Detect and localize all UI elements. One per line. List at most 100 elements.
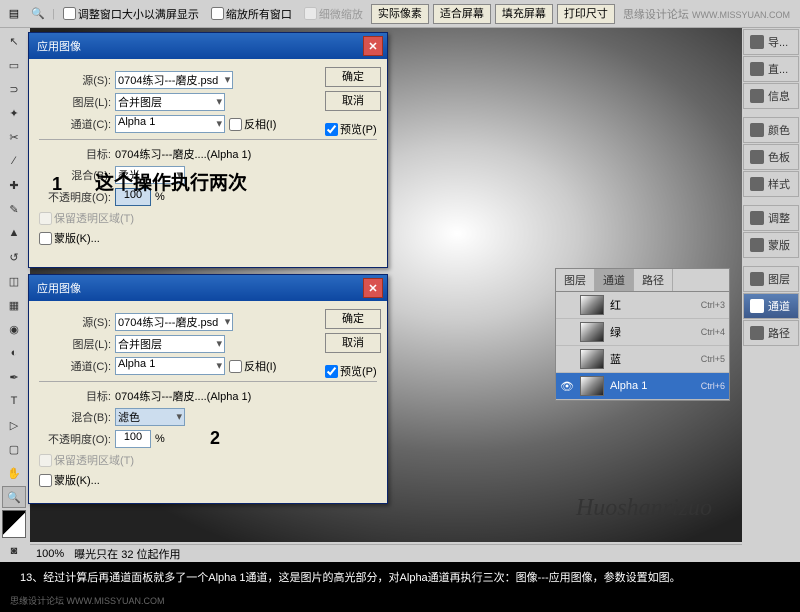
type-tool-icon[interactable]: T (2, 390, 26, 412)
image-signature: Huoshanrizuo (576, 495, 712, 522)
quickmask-icon[interactable]: ◙ (2, 540, 26, 562)
channels-panel: 图层 通道 路径 红Ctrl+3 绿Ctrl+4 蓝Ctrl+5 👁Alpha … (555, 268, 730, 401)
watermark-bottom: 思缘设计论坛 WWW.MISSYUAN.COM (10, 592, 165, 610)
healing-tool-icon[interactable]: ✚ (2, 174, 26, 196)
app-menu-icon[interactable]: ▤ (4, 4, 24, 24)
panel-tab-channels[interactable]: 通道 (743, 293, 799, 319)
annotation-number-2: 2 (210, 428, 220, 449)
ok-button[interactable]: 确定 (325, 309, 381, 329)
invert-check[interactable]: 反相(I) (229, 358, 276, 374)
color-swatch[interactable] (2, 510, 26, 538)
close-icon[interactable]: ✕ (363, 278, 383, 298)
apply-image-dialog-1: 应用图像 ✕ 确定 取消 预览(P) 源(S):0704练习---磨皮.psd … (28, 32, 388, 268)
path-tool-icon[interactable]: ▷ (2, 414, 26, 436)
color-icon (750, 123, 764, 137)
apply-image-dialog-2: 应用图像 ✕ 确定 取消 预览(P) 源(S):0704练习---磨皮.psd … (28, 274, 388, 504)
mask-check[interactable]: 蒙版(K)... (39, 472, 100, 488)
tab-channels[interactable]: 通道 (595, 269, 634, 291)
shape-tool-icon[interactable]: ▢ (2, 438, 26, 460)
visibility-icon[interactable]: 👁 (560, 380, 574, 393)
print-size-button[interactable]: 打印尺寸 (557, 4, 615, 24)
channel-row-green[interactable]: 绿Ctrl+4 (556, 319, 729, 346)
eraser-tool-icon[interactable]: ◫ (2, 270, 26, 292)
layer-select[interactable]: 合并图层 (115, 93, 225, 111)
fit-screen-button[interactable]: 适合屏幕 (433, 4, 491, 24)
zoom-all-check[interactable]: 缩放所有窗口 (207, 6, 296, 22)
channel-select[interactable]: Alpha 1 (115, 115, 225, 133)
panel-tab-paths[interactable]: 路径 (743, 320, 799, 346)
resize-windows-check[interactable]: 调整窗口大小以满屏显示 (59, 6, 203, 22)
histogram-icon (750, 62, 764, 76)
dialog-titlebar[interactable]: 应用图像 ✕ (29, 33, 387, 59)
invert-check[interactable]: 反相(I) (229, 116, 276, 132)
source-select[interactable]: 0704练习---磨皮.psd (115, 71, 233, 89)
annotation-number-1: 1 (52, 174, 62, 195)
gradient-tool-icon[interactable]: ▦ (2, 294, 26, 316)
dodge-tool-icon[interactable]: ◐ (2, 342, 26, 364)
panel-tab-layers[interactable]: 图层 (743, 266, 799, 292)
hand-tool-icon[interactable]: ✋ (2, 462, 26, 484)
tutorial-caption: 13、经过计算后再通道面板就多了一个Alpha 1通道，这是图片的高光部分，对A… (0, 562, 800, 612)
watermark-top: 思缘设计论坛 WWW.MISSYUAN.COM (623, 6, 790, 22)
tab-layers[interactable]: 图层 (556, 269, 595, 291)
panel-tab[interactable]: 导... (743, 29, 799, 55)
actual-pixels-button[interactable]: 实际像素 (371, 4, 429, 24)
wand-tool-icon[interactable]: ✦ (2, 102, 26, 124)
channel-row-alpha1[interactable]: 👁Alpha 1Ctrl+6 (556, 373, 729, 400)
layers-icon (750, 272, 764, 286)
preserve-trans-check: 保留透明区域(T) (39, 210, 134, 226)
channel-select[interactable]: Alpha 1 (115, 357, 225, 375)
paths-icon (750, 326, 764, 340)
blur-tool-icon[interactable]: ◉ (2, 318, 26, 340)
dialog-titlebar[interactable]: 应用图像 ✕ (29, 275, 387, 301)
info-icon (750, 89, 764, 103)
text-icon (750, 35, 764, 49)
channel-row-blue[interactable]: 蓝Ctrl+5 (556, 346, 729, 373)
ok-button[interactable]: 确定 (325, 67, 381, 87)
panel-tab[interactable]: 直... (743, 56, 799, 82)
fill-screen-button[interactable]: 填充屏幕 (495, 4, 553, 24)
pen-tool-icon[interactable]: ✒ (2, 366, 26, 388)
brush-tool-icon[interactable]: ✎ (2, 198, 26, 220)
panel-tab[interactable]: 色板 (743, 144, 799, 170)
panel-dock: 导... 直... 信息 颜色 色板 样式 调整 蒙版 图层 通道 路径 (742, 28, 800, 347)
status-info: 曝光只在 32 位起作用 (74, 546, 180, 562)
tab-paths[interactable]: 路径 (634, 269, 673, 291)
preserve-trans-check: 保留透明区域(T) (39, 452, 134, 468)
panel-tab[interactable]: 调整 (743, 205, 799, 231)
status-bar: 100% 曝光只在 32 位起作用 (30, 544, 742, 562)
zoom-tool-icon[interactable]: 🔍 (2, 486, 26, 508)
panel-tab[interactable]: 样式 (743, 171, 799, 197)
panel-tab[interactable]: 信息 (743, 83, 799, 109)
source-select[interactable]: 0704练习---磨皮.psd (115, 313, 233, 331)
eyedropper-tool-icon[interactable]: ⁄ (2, 150, 26, 172)
mask-check[interactable]: 蒙版(K)... (39, 230, 100, 246)
opacity-input[interactable]: 100 (115, 430, 151, 448)
preview-check[interactable]: 预览(P) (325, 121, 381, 137)
swatches-icon (750, 150, 764, 164)
styles-icon (750, 177, 764, 191)
stamp-tool-icon[interactable]: ▲ (2, 222, 26, 244)
close-icon[interactable]: ✕ (363, 36, 383, 56)
zoom-level[interactable]: 100% (36, 548, 64, 560)
panel-tab[interactable]: 蒙版 (743, 232, 799, 258)
scrubby-zoom-check[interactable]: 细微缩放 (300, 6, 367, 22)
lasso-tool-icon[interactable]: ⊃ (2, 78, 26, 100)
cancel-button[interactable]: 取消 (325, 91, 381, 111)
channels-icon (750, 299, 764, 313)
toolbox: ↖ ▭ ⊃ ✦ ✂ ⁄ ✚ ✎ ▲ ↺ ◫ ▦ ◉ ◐ ✒ T ▷ ▢ ✋ 🔍 … (0, 28, 30, 564)
history-brush-icon[interactable]: ↺ (2, 246, 26, 268)
zoom-tool-icon[interactable]: 🔍 (28, 4, 48, 24)
layer-select[interactable]: 合并图层 (115, 335, 225, 353)
blend-select[interactable]: 滤色 (115, 408, 185, 426)
preview-check[interactable]: 预览(P) (325, 363, 381, 379)
mask-icon (750, 238, 764, 252)
annotation-text-1: 这个操作执行两次 (95, 168, 247, 195)
panel-tab[interactable]: 颜色 (743, 117, 799, 143)
adjust-icon (750, 211, 764, 225)
marquee-tool-icon[interactable]: ▭ (2, 54, 26, 76)
move-tool-icon[interactable]: ↖ (2, 30, 26, 52)
cancel-button[interactable]: 取消 (325, 333, 381, 353)
channel-row-red[interactable]: 红Ctrl+3 (556, 292, 729, 319)
crop-tool-icon[interactable]: ✂ (2, 126, 26, 148)
